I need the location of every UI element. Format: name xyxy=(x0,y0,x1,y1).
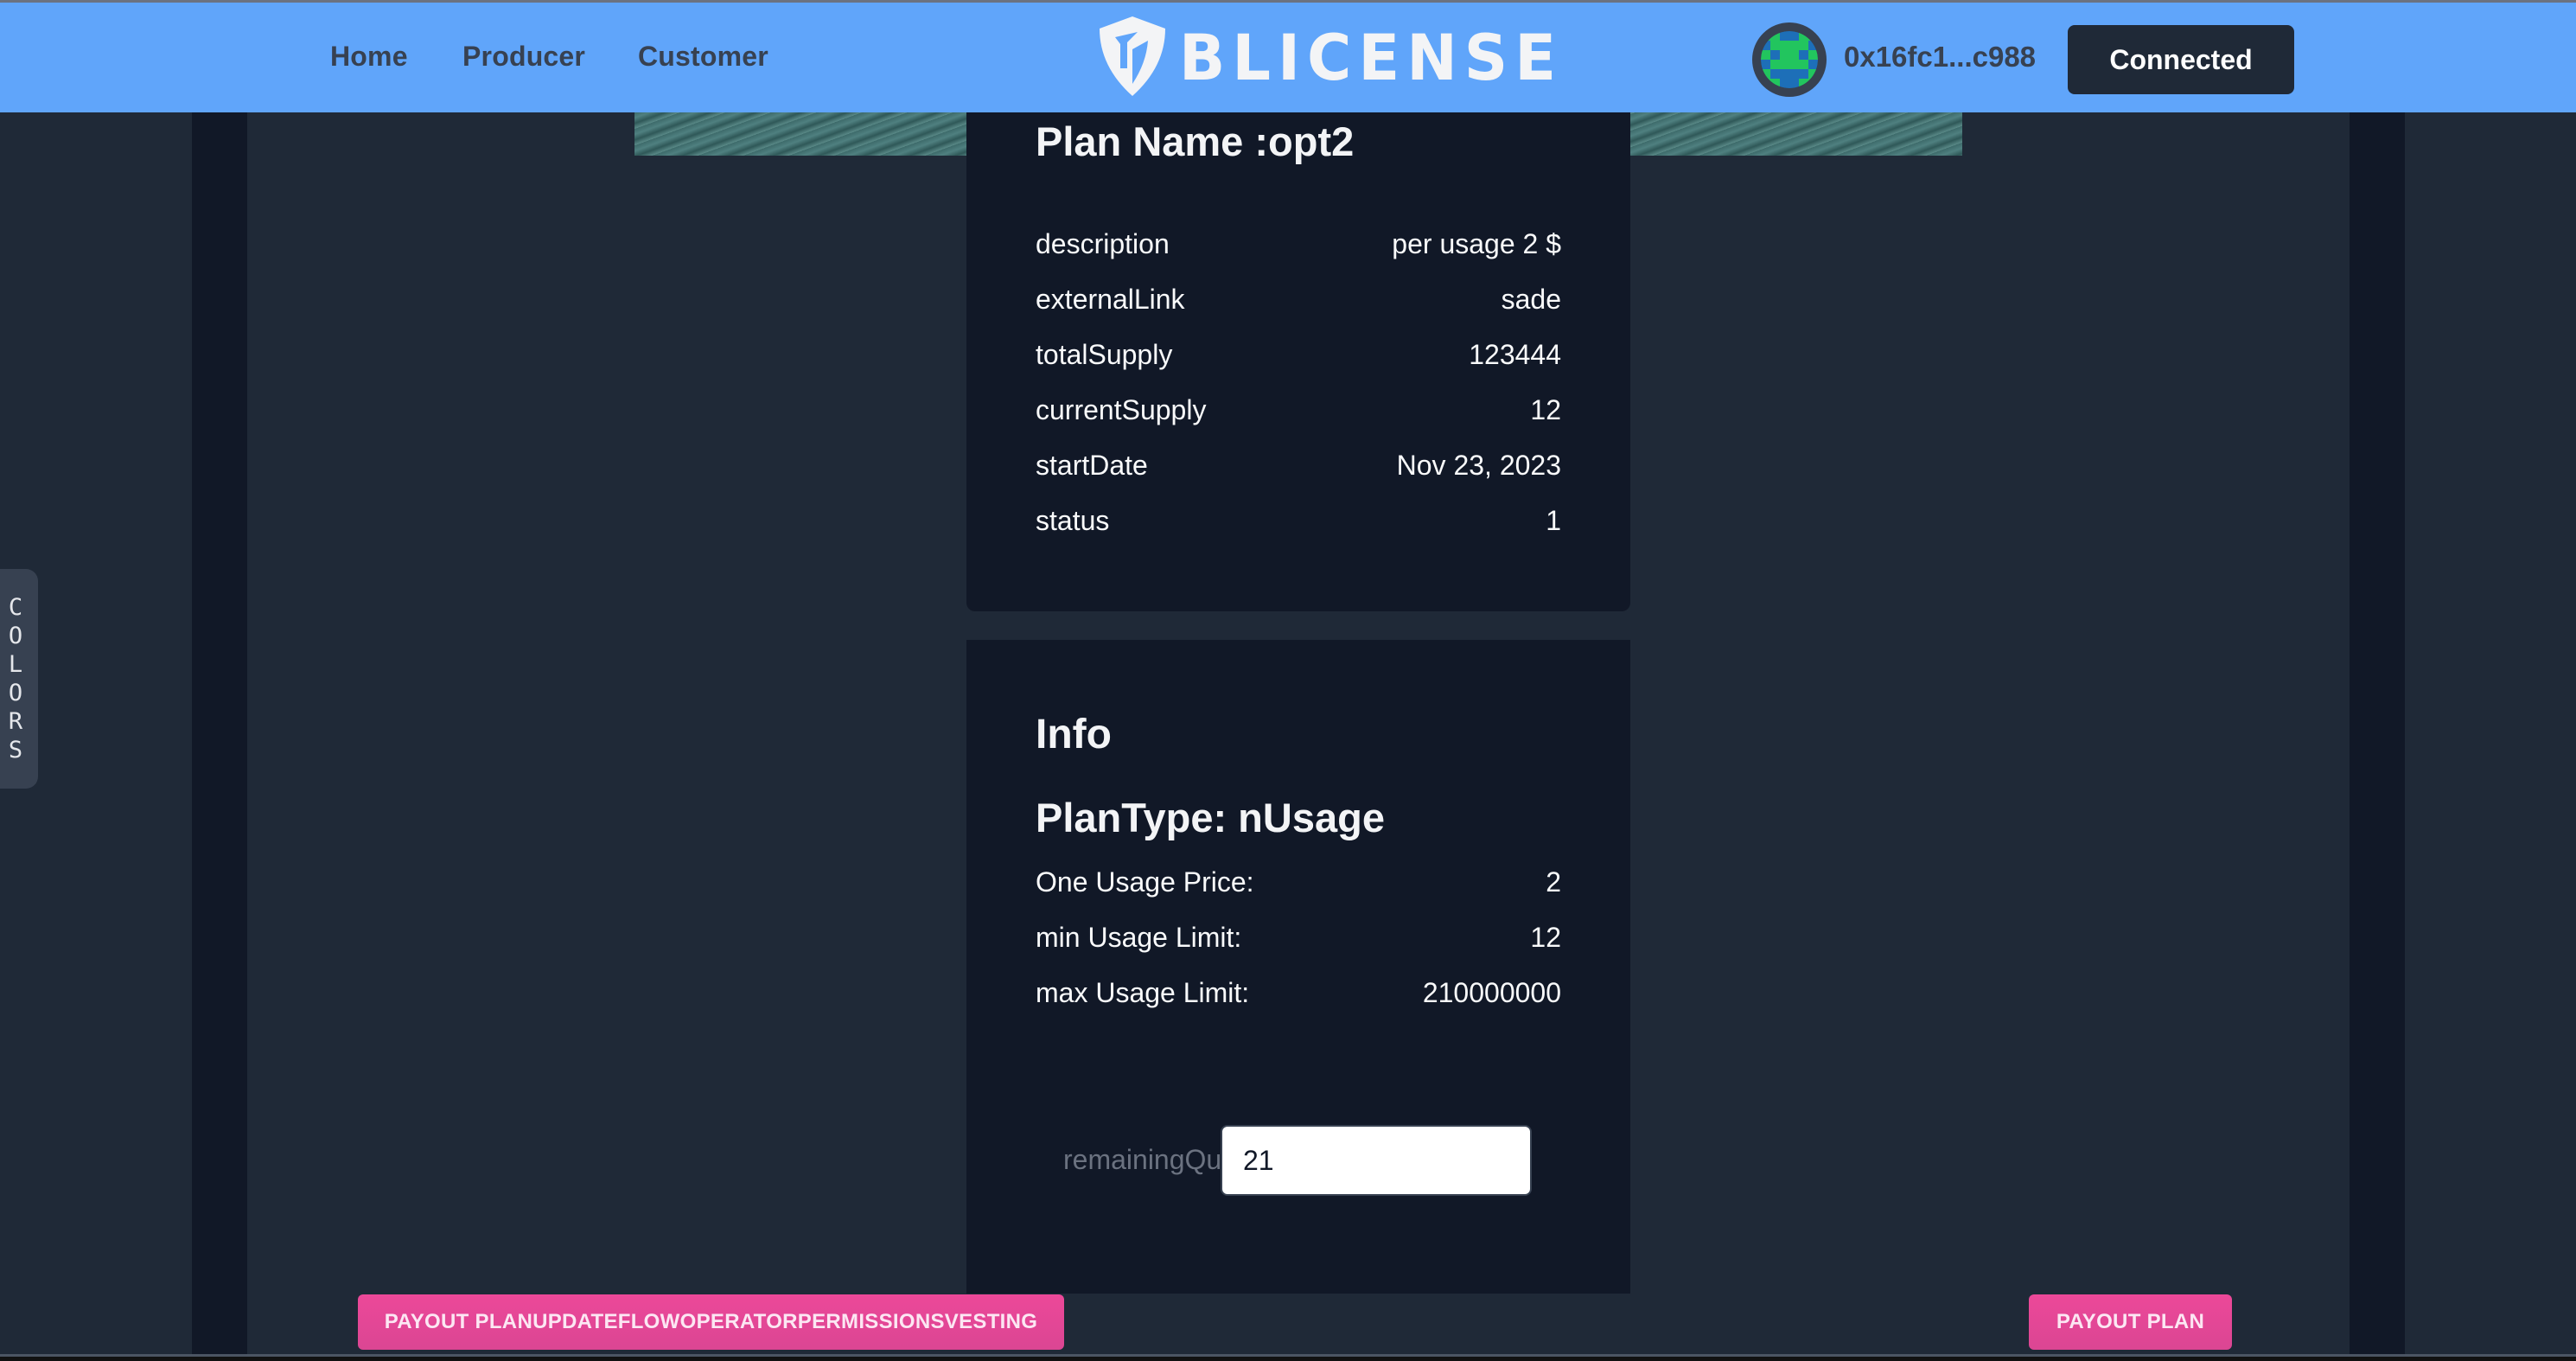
identicon-cell xyxy=(1780,50,1789,60)
nav-customer[interactable]: Customer xyxy=(638,41,768,73)
row-value: sade xyxy=(1501,284,1561,315)
identicon-cell xyxy=(1808,69,1818,79)
remaining-quantity-label: remainingQuantity xyxy=(1063,1144,1229,1175)
identicon-cell xyxy=(1808,31,1818,41)
identicon-cell xyxy=(1770,60,1780,69)
identicon-cell xyxy=(1808,50,1818,60)
identicon-cell xyxy=(1761,60,1770,69)
identicon-cell xyxy=(1780,41,1789,50)
plan-row-status: status 1 xyxy=(1036,505,1561,537)
left-column-stripe xyxy=(192,112,247,1354)
info-card: Info PlanType: nUsage One Usage Price: 2… xyxy=(966,640,1630,1294)
page: Home Producer Customer BLICENSE 0x16fc1.… xyxy=(0,0,2576,1361)
identicon-cell xyxy=(1770,79,1780,88)
identicon-cell xyxy=(1799,50,1808,60)
plan-name-title: Plan Name :opt2 xyxy=(1036,118,1355,164)
logo-text: BLICENSE xyxy=(1179,20,1564,96)
logo[interactable]: BLICENSE xyxy=(1096,16,1563,99)
row-label: description xyxy=(1036,228,1170,259)
identicon-cell xyxy=(1761,31,1770,41)
identicon-cell xyxy=(1770,31,1780,41)
colors-tab-letter: S xyxy=(8,737,23,764)
right-column-stripe xyxy=(2350,112,2405,1354)
identicon-cell xyxy=(1770,69,1780,79)
identicon-cell xyxy=(1789,31,1799,41)
identicon-cell xyxy=(1808,79,1818,88)
identicon-cell xyxy=(1761,79,1770,88)
identicon-cell xyxy=(1799,31,1808,41)
row-label: min Usage Limit: xyxy=(1036,922,1242,953)
colors-side-tab[interactable]: C O L O R S xyxy=(0,569,38,789)
info-row-one-usage-price: One Usage Price: 2 xyxy=(1036,866,1561,898)
plan-row-start-date: startDate Nov 23, 2023 xyxy=(1036,450,1561,482)
colors-tab-letter: O xyxy=(8,623,23,649)
identicon-cell xyxy=(1799,69,1808,79)
payout-plan-update-flow-operator-permissions-vesting-button[interactable]: PAYOUT PLANUPDATEFLOWOPERATORPERMISSIONS… xyxy=(358,1294,1064,1350)
row-value: 123444 xyxy=(1469,339,1561,370)
shield-icon xyxy=(1096,15,1169,102)
colors-tab-letter: L xyxy=(8,651,23,678)
row-label: max Usage Limit: xyxy=(1036,977,1250,1008)
identicon-cell xyxy=(1761,41,1770,50)
row-label: totalSupply xyxy=(1036,339,1173,370)
identicon-cell xyxy=(1799,41,1808,50)
plan-row-description: description per usage 2 $ xyxy=(1036,228,1561,260)
row-value: 210000000 xyxy=(1422,977,1561,1008)
identicon-cell xyxy=(1780,60,1789,69)
identicon-cell xyxy=(1808,60,1818,69)
navbar: Home Producer Customer BLICENSE 0x16fc1.… xyxy=(0,3,2576,112)
row-label: status xyxy=(1036,505,1110,536)
plan-row-external-link: externalLink sade xyxy=(1036,284,1561,316)
row-label: externalLink xyxy=(1036,284,1185,315)
row-value: 12 xyxy=(1530,394,1561,425)
plan-type-title: PlanType: nUsage xyxy=(1036,795,1385,840)
identicon-cell xyxy=(1789,60,1799,69)
identicon-cell xyxy=(1780,79,1789,88)
plan-card: Plan Name :opt2 description per usage 2 … xyxy=(966,112,1630,611)
plan-row-current-supply: currentSupply 12 xyxy=(1036,394,1561,426)
identicon-cell xyxy=(1789,69,1799,79)
avatar[interactable] xyxy=(1752,22,1827,97)
identicon-cell xyxy=(1770,50,1780,60)
identicon-cell xyxy=(1761,50,1770,60)
row-label: currentSupply xyxy=(1036,394,1207,425)
identicon-cell xyxy=(1808,41,1818,50)
identicon-cell xyxy=(1780,69,1789,79)
row-value: 1 xyxy=(1546,505,1561,536)
info-row-min-usage-limit: min Usage Limit: 12 xyxy=(1036,922,1561,954)
row-label: One Usage Price: xyxy=(1036,866,1254,898)
plan-row-total-supply: totalSupply 123444 xyxy=(1036,339,1561,371)
wallet-address[interactable]: 0x16fc1...c988 xyxy=(1844,41,2036,73)
colors-tab-letter: R xyxy=(8,708,23,735)
colors-tab-letter: C xyxy=(8,594,23,621)
identicon-cell xyxy=(1770,41,1780,50)
row-value: Nov 23, 2023 xyxy=(1396,450,1561,481)
nav-producer[interactable]: Producer xyxy=(462,41,585,73)
identicon-cell xyxy=(1761,69,1770,79)
window-bottom-edge xyxy=(0,1354,2576,1361)
row-value: 12 xyxy=(1530,922,1561,953)
payout-plan-button[interactable]: PAYOUT PLAN xyxy=(2029,1294,2232,1350)
nav-home[interactable]: Home xyxy=(330,41,408,73)
remaining-quantity-input[interactable] xyxy=(1221,1125,1532,1196)
identicon-cell xyxy=(1789,41,1799,50)
identicon-cell xyxy=(1789,79,1799,88)
identicon-cell xyxy=(1780,31,1789,41)
identicon-cell xyxy=(1789,50,1799,60)
identicon-cell xyxy=(1799,79,1808,88)
colors-tab-letter: O xyxy=(8,680,23,706)
avatar-identicon xyxy=(1761,31,1818,88)
identicon-cell xyxy=(1799,60,1808,69)
connect-button[interactable]: Connected xyxy=(2068,25,2294,94)
row-value: per usage 2 $ xyxy=(1392,228,1561,259)
info-row-max-usage-limit: max Usage Limit: 210000000 xyxy=(1036,977,1561,1009)
row-value: 2 xyxy=(1546,866,1561,898)
info-title: Info xyxy=(1036,712,1112,757)
row-label: startDate xyxy=(1036,450,1148,481)
